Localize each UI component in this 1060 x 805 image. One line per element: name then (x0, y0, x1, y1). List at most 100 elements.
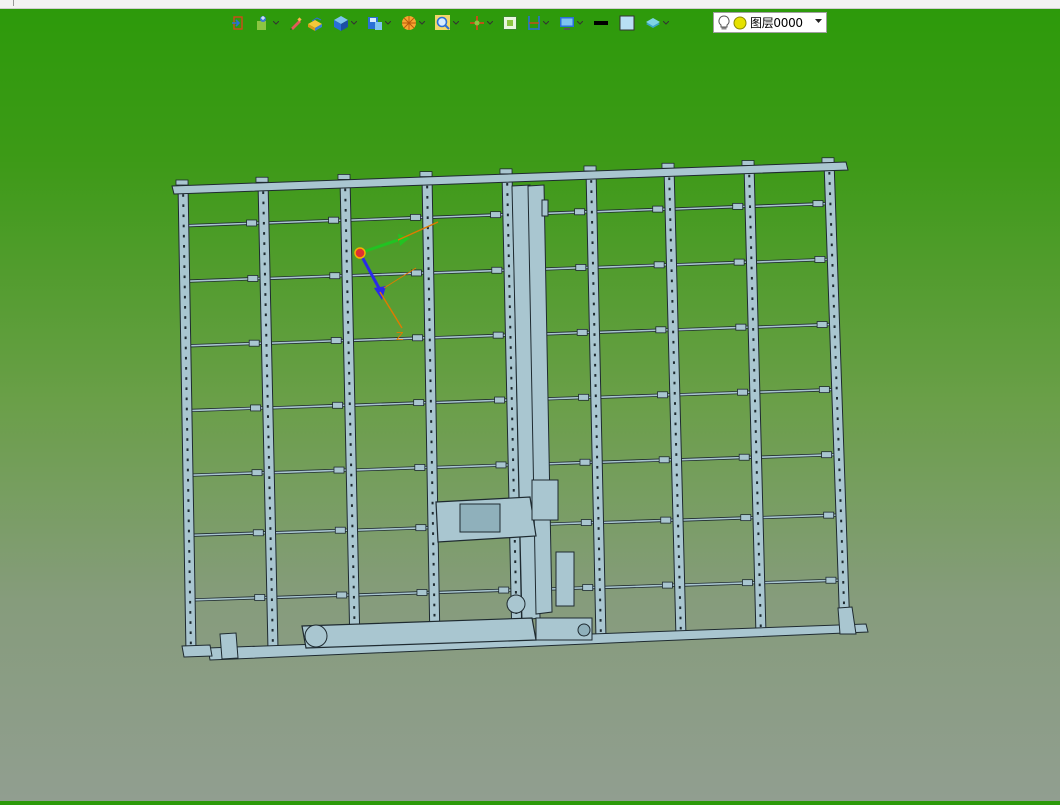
column-hole (508, 305, 511, 309)
column-hole (591, 220, 594, 224)
column-hole (349, 443, 352, 446)
column-hole (675, 473, 678, 477)
column-hole (840, 529, 843, 533)
column-hole (751, 297, 754, 300)
chevron-down-icon[interactable] (542, 12, 550, 34)
column-hole (183, 255, 186, 258)
pen-button[interactable] (288, 12, 304, 34)
zoom-button[interactable] (434, 12, 460, 34)
column-hole (428, 348, 431, 352)
column-hole (347, 351, 350, 355)
layer-style-button[interactable] (644, 12, 670, 34)
column-hole (346, 300, 349, 304)
column-hole (754, 409, 757, 413)
column-hole (672, 330, 675, 334)
column-hole (836, 396, 838, 400)
extrude-icon (308, 17, 322, 31)
chevron-down-icon[interactable] (452, 12, 460, 34)
window-edge-mark (13, 0, 14, 6)
column-hole (829, 192, 832, 196)
column-hole (676, 494, 679, 497)
column-cap (741, 160, 755, 166)
column-hole (267, 415, 269, 418)
shelf-bracket (655, 326, 667, 334)
layer-select[interactable]: 图层0000 (713, 12, 827, 33)
chevron-down-icon[interactable] (486, 12, 494, 34)
column-hole (508, 274, 511, 278)
display-button[interactable] (558, 12, 584, 34)
column-hole (670, 269, 673, 273)
column-hole (183, 265, 186, 268)
render-mode-button[interactable] (400, 12, 426, 34)
column-hole (592, 282, 595, 285)
extrude-button[interactable] (306, 12, 324, 34)
shelf-bracket (332, 401, 344, 409)
column-hole (188, 539, 191, 543)
column-hole (432, 573, 435, 576)
column-hole (758, 583, 761, 587)
rack-model[interactable]: Z (0, 36, 1060, 801)
column-hole (758, 563, 761, 566)
column-hole (184, 336, 187, 340)
cube-button[interactable] (332, 12, 358, 34)
column-hole (751, 307, 754, 311)
column-hole (840, 540, 843, 543)
face-color-button[interactable] (618, 12, 636, 34)
column-hole (757, 532, 760, 536)
column-hole (753, 389, 756, 392)
column-hole (668, 197, 671, 201)
column-hole (841, 570, 844, 574)
column-hole (269, 537, 272, 540)
travel-wheel (304, 624, 328, 648)
column-hole (830, 243, 833, 247)
chevron-down-icon[interactable] (418, 12, 426, 34)
column-hole (351, 514, 354, 518)
column-hole (675, 463, 678, 467)
column-hole (344, 219, 347, 222)
column-hole (750, 246, 753, 249)
column-hole (751, 287, 754, 290)
column-hole (833, 315, 836, 318)
column-hole (182, 224, 185, 228)
column-hole (755, 471, 758, 474)
view-fit-button[interactable] (502, 12, 518, 34)
column-hole (833, 325, 836, 328)
column-cap (175, 179, 189, 186)
column-hole (431, 481, 434, 484)
column-hole (267, 435, 270, 439)
column-hole (183, 245, 186, 248)
column-hole (674, 422, 677, 426)
column-hole (594, 374, 597, 377)
chevron-down-icon[interactable] (272, 12, 280, 34)
column-hole (431, 501, 434, 505)
exit-sketch-button[interactable] (230, 12, 246, 34)
chevron-down-icon[interactable] (384, 12, 392, 34)
column-hole (591, 231, 594, 234)
column-hole (270, 598, 273, 602)
column-hole (430, 430, 433, 434)
line-color-button[interactable] (592, 12, 610, 34)
layer-style-icon (646, 18, 660, 28)
chevron-down-icon[interactable] (350, 12, 358, 34)
column-hole (183, 295, 186, 299)
triad-z-label: Z (396, 330, 404, 343)
column-hole (347, 341, 350, 344)
column-hole (431, 471, 434, 474)
column-hole (427, 236, 430, 240)
column-hole (187, 478, 190, 482)
section-button[interactable] (526, 12, 550, 34)
column-hole (756, 481, 759, 484)
column-hole (669, 208, 672, 211)
save-view-button[interactable] (366, 12, 392, 34)
shelf-bracket (812, 200, 824, 208)
chevron-down-icon[interactable] (576, 12, 584, 34)
chevron-down-icon[interactable] (815, 19, 822, 24)
model-viewport[interactable]: Z (0, 36, 1060, 801)
move-axis-button[interactable] (468, 12, 494, 34)
column-hole (271, 618, 274, 622)
column-hole (511, 448, 514, 451)
point-button[interactable] (254, 12, 280, 34)
exit-sketch-icon (232, 16, 243, 30)
chevron-down-icon[interactable] (662, 12, 670, 34)
column-hole (510, 397, 513, 400)
